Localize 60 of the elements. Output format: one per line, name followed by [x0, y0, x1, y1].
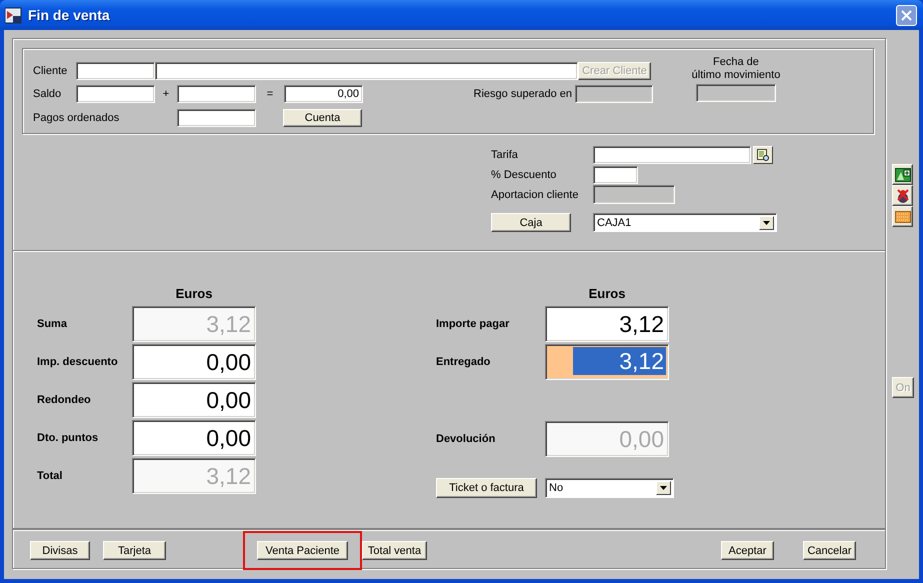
field-label: Devolución: [436, 433, 496, 445]
dropdown-button[interactable]: [656, 480, 671, 494]
footer-button[interactable]: Total venta: [362, 541, 427, 560]
bug-icon: [896, 188, 910, 204]
dropdown-button[interactable]: [759, 216, 774, 230]
plus-sign: +: [162, 88, 170, 100]
field-label: Entregado: [436, 356, 492, 368]
field-label: Aportacion cliente: [491, 188, 580, 200]
input-field[interactable]: [593, 146, 751, 164]
field-label: Fecha de último movimiento: [692, 56, 780, 82]
toolbar-button[interactable]: [892, 185, 913, 206]
field-label: Riesgo superado en: [472, 88, 573, 100]
amount-field[interactable]: 3,12: [545, 306, 669, 342]
field-label: Tarifa: [491, 148, 519, 160]
toolbar-button[interactable]: [892, 164, 913, 185]
strip-icon: [894, 210, 910, 222]
field-label: Redondeo: [37, 394, 92, 406]
footer-button[interactable]: Cancelar: [803, 541, 856, 560]
amount-field[interactable]: 0,00: [132, 420, 256, 456]
footer-button[interactable]: Aceptar: [721, 541, 774, 560]
input-field[interactable]: [76, 62, 155, 80]
field-label: Total: [37, 470, 64, 482]
field-label: Cliente: [33, 65, 68, 77]
field-label: Importe pagar: [436, 318, 510, 330]
account-button[interactable]: Cuenta: [283, 109, 362, 127]
field-label: Imp. descuento: [37, 356, 119, 368]
amount-field[interactable]: 0,00: [132, 382, 256, 418]
input-field[interactable]: [177, 109, 256, 127]
close-button[interactable]: [896, 4, 917, 26]
input-field[interactable]: 0,00: [284, 85, 363, 103]
column-heading: Euros: [174, 286, 214, 303]
field-label: Saldo: [33, 88, 62, 100]
cash-register-button[interactable]: Caja: [491, 213, 571, 232]
amount-field[interactable]: 0,00: [132, 344, 256, 380]
window-title: Fin de venta: [28, 7, 111, 23]
caret-icon: [763, 220, 770, 224]
lookup-button[interactable]: [753, 146, 773, 164]
equals-sign: =: [266, 88, 274, 100]
dropdown-field[interactable]: CAJA1: [593, 213, 777, 232]
amount-field[interactable]: 3,12: [545, 344, 669, 380]
caret-icon: [660, 486, 667, 490]
footer-button[interactable]: Venta Paciente: [257, 541, 348, 560]
input-field[interactable]: [155, 62, 578, 80]
input-field[interactable]: [76, 85, 155, 103]
close-icon: [901, 10, 912, 20]
sheet-plus-icon: [894, 168, 910, 182]
app-icon: [5, 6, 22, 24]
input-field[interactable]: [177, 85, 256, 103]
document-icon: [757, 148, 769, 160]
field-label: Suma: [37, 318, 68, 330]
dropdown-field[interactable]: No: [545, 478, 674, 498]
toolbar-button[interactable]: [892, 206, 913, 227]
footer-button[interactable]: Tarjeta: [103, 541, 166, 560]
field-label: % Descuento: [491, 168, 558, 180]
input-field[interactable]: [593, 166, 638, 184]
column-heading: Euros: [588, 286, 626, 303]
ticket-button[interactable]: Ticket o factura: [436, 478, 537, 498]
field-label: Pagos ordenados: [33, 112, 120, 124]
footer-button[interactable]: Divisas: [30, 541, 90, 560]
field-label: Dto. puntos: [37, 432, 100, 444]
